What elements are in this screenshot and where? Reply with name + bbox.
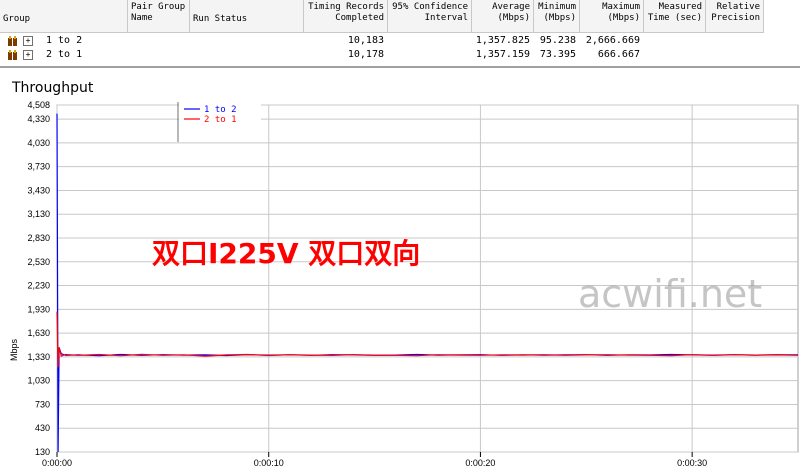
header-maximum[interactable]: Maximum (Mbps) — [580, 0, 644, 33]
x-tick-label: 0:00:00 — [42, 458, 72, 468]
header-pair-group-name[interactable]: Pair Group Name — [128, 0, 190, 33]
maximum-cell: 2,666.669 — [585, 35, 640, 46]
table-row[interactable]: + 2 to 1 10,178 1,357.159 73.395 666.667 — [0, 48, 800, 62]
x-tick-label: 0:00:10 — [254, 458, 284, 468]
legend: 1 to 22 to 1 — [177, 102, 261, 142]
group-cell: 1 to 2 — [46, 35, 83, 46]
header-timing-records[interactable]: Timing Records Completed — [304, 0, 388, 33]
y-tick-label: 130 — [35, 447, 50, 457]
x-tick-label: 0:00:30 — [677, 458, 707, 468]
y-tick-label: 1,630 — [27, 328, 50, 338]
results-table: Group Pair Group Name Run Status Timing … — [0, 0, 800, 68]
annotation-text: 双口I225V 双口双向 — [152, 237, 421, 270]
x-axis: 0:00:00 0:00:10 0:00:20 0:00:30 — [42, 452, 707, 468]
minimum-cell: 73.395 — [539, 49, 576, 60]
header-minimum[interactable]: Minimum (Mbps) — [534, 0, 580, 33]
header-measured-time[interactable]: Measured Time (sec) — [644, 0, 706, 33]
average-cell: 1,357.825 — [475, 35, 530, 46]
y-tick-label: 430 — [35, 423, 50, 433]
header-average[interactable]: Average (Mbps) — [472, 0, 534, 33]
records-cell: 10,183 — [347, 35, 384, 46]
legend-label: 2 to 1 — [204, 115, 237, 125]
legend-label: 1 to 2 — [204, 105, 237, 115]
y-tick-label: 3,430 — [27, 185, 50, 195]
y-tick-label: 1,330 — [27, 352, 50, 362]
y-tick-label: 4,330 — [27, 114, 50, 124]
y-tick-label: 4,030 — [27, 138, 50, 148]
group-cell: 2 to 1 — [46, 49, 83, 60]
y-tick-label: 730 — [35, 399, 50, 409]
y-tick-label: 1,030 — [27, 376, 50, 386]
maximum-cell: 666.667 — [597, 49, 640, 60]
pair-group-icon — [8, 50, 17, 60]
y-axis-label: Mbps — [9, 339, 19, 362]
y-axis: 4,508 4,330 4,030 3,730 3,430 3,130 2,830 2,530… — [27, 100, 50, 457]
y-tick-label: 2,530 — [27, 257, 50, 267]
y-tick-label: 2,830 — [27, 233, 50, 243]
expand-toggle[interactable]: + — [23, 50, 33, 60]
series-line-2-to-1 — [56, 311, 799, 368]
y-tick-label: 2,230 — [27, 281, 50, 291]
header-group[interactable]: Group — [0, 0, 128, 33]
table-row[interactable]: + 1 to 2 10,183 1,357.825 95.238 2,666.6… — [0, 34, 800, 48]
expand-toggle[interactable]: + — [23, 36, 33, 46]
records-cell: 10,178 — [347, 49, 384, 60]
header-confidence-interval[interactable]: 95% Confidence Interval — [388, 0, 472, 33]
y-tick-label: 3,730 — [27, 162, 50, 172]
y-tick-label: 3,130 — [27, 209, 50, 219]
minimum-cell: 95.238 — [539, 35, 576, 46]
header-relative-precision[interactable]: Relative Precision — [706, 0, 764, 33]
y-tick-label: 4,508 — [27, 100, 50, 110]
average-cell: 1,357.159 — [475, 49, 530, 60]
header-run-status[interactable]: Run Status — [190, 0, 304, 33]
watermark: acwifi.net — [578, 272, 763, 316]
y-tick-label: 1,930 — [27, 304, 50, 314]
pair-group-icon — [8, 36, 17, 46]
x-tick-label: 0:00:20 — [465, 458, 495, 468]
